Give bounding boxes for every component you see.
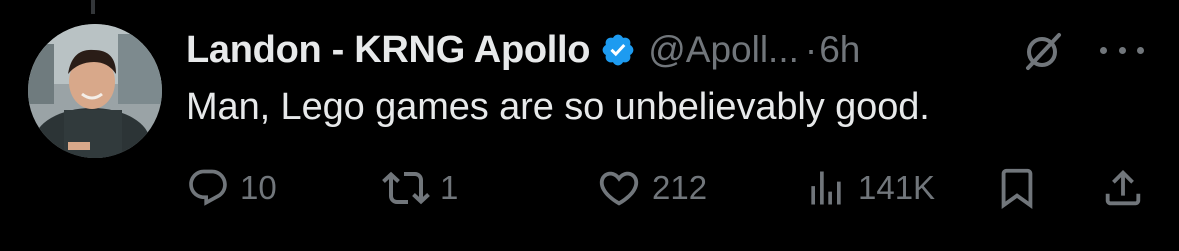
more-dot — [1137, 46, 1144, 54]
share-button[interactable] — [1100, 163, 1146, 213]
views-icon — [811, 171, 841, 205]
views-count: 141K — [858, 169, 936, 206]
timestamp[interactable]: 6h — [819, 29, 860, 71]
display-name[interactable]: Landon - KRNG Apollo — [186, 29, 591, 72]
user-handle[interactable]: @Apoll... — [648, 29, 799, 71]
like-button[interactable]: 212 — [596, 163, 707, 213]
verified-badge-icon[interactable] — [600, 32, 636, 68]
grok-icon[interactable] — [1022, 30, 1064, 72]
share-icon — [1105, 169, 1141, 206]
repost-button[interactable]: 1 — [382, 163, 458, 213]
tweet[interactable]: Landon - KRNG Apollo @Apoll... · 6h Man,… — [0, 0, 1179, 251]
tweet-header: Landon - KRNG Apollo @Apoll... · 6h — [186, 26, 860, 74]
like-count: 212 — [652, 169, 708, 206]
separator-dot: · — [804, 29, 818, 70]
more-dot — [1118, 46, 1126, 54]
thread-line — [91, 0, 95, 14]
user-avatar[interactable] — [28, 24, 162, 158]
reply-button[interactable]: 10 — [186, 163, 277, 213]
views-button[interactable]: 141K — [804, 163, 935, 213]
reply-icon — [189, 169, 227, 206]
repost-icon — [382, 171, 430, 205]
repost-count: 1 — [440, 169, 459, 206]
bookmark-icon — [1001, 168, 1033, 209]
avatar-image — [28, 24, 162, 158]
more-dot — [1100, 46, 1107, 54]
more-icon[interactable] — [1100, 30, 1144, 70]
reply-count: 10 — [240, 169, 277, 206]
action-bar: 10 1 212 141K — [186, 163, 1146, 213]
like-icon — [599, 171, 639, 206]
tweet-text: Man, Lego games are so unbelievably good… — [186, 86, 930, 128]
bookmark-button[interactable] — [994, 163, 1040, 213]
